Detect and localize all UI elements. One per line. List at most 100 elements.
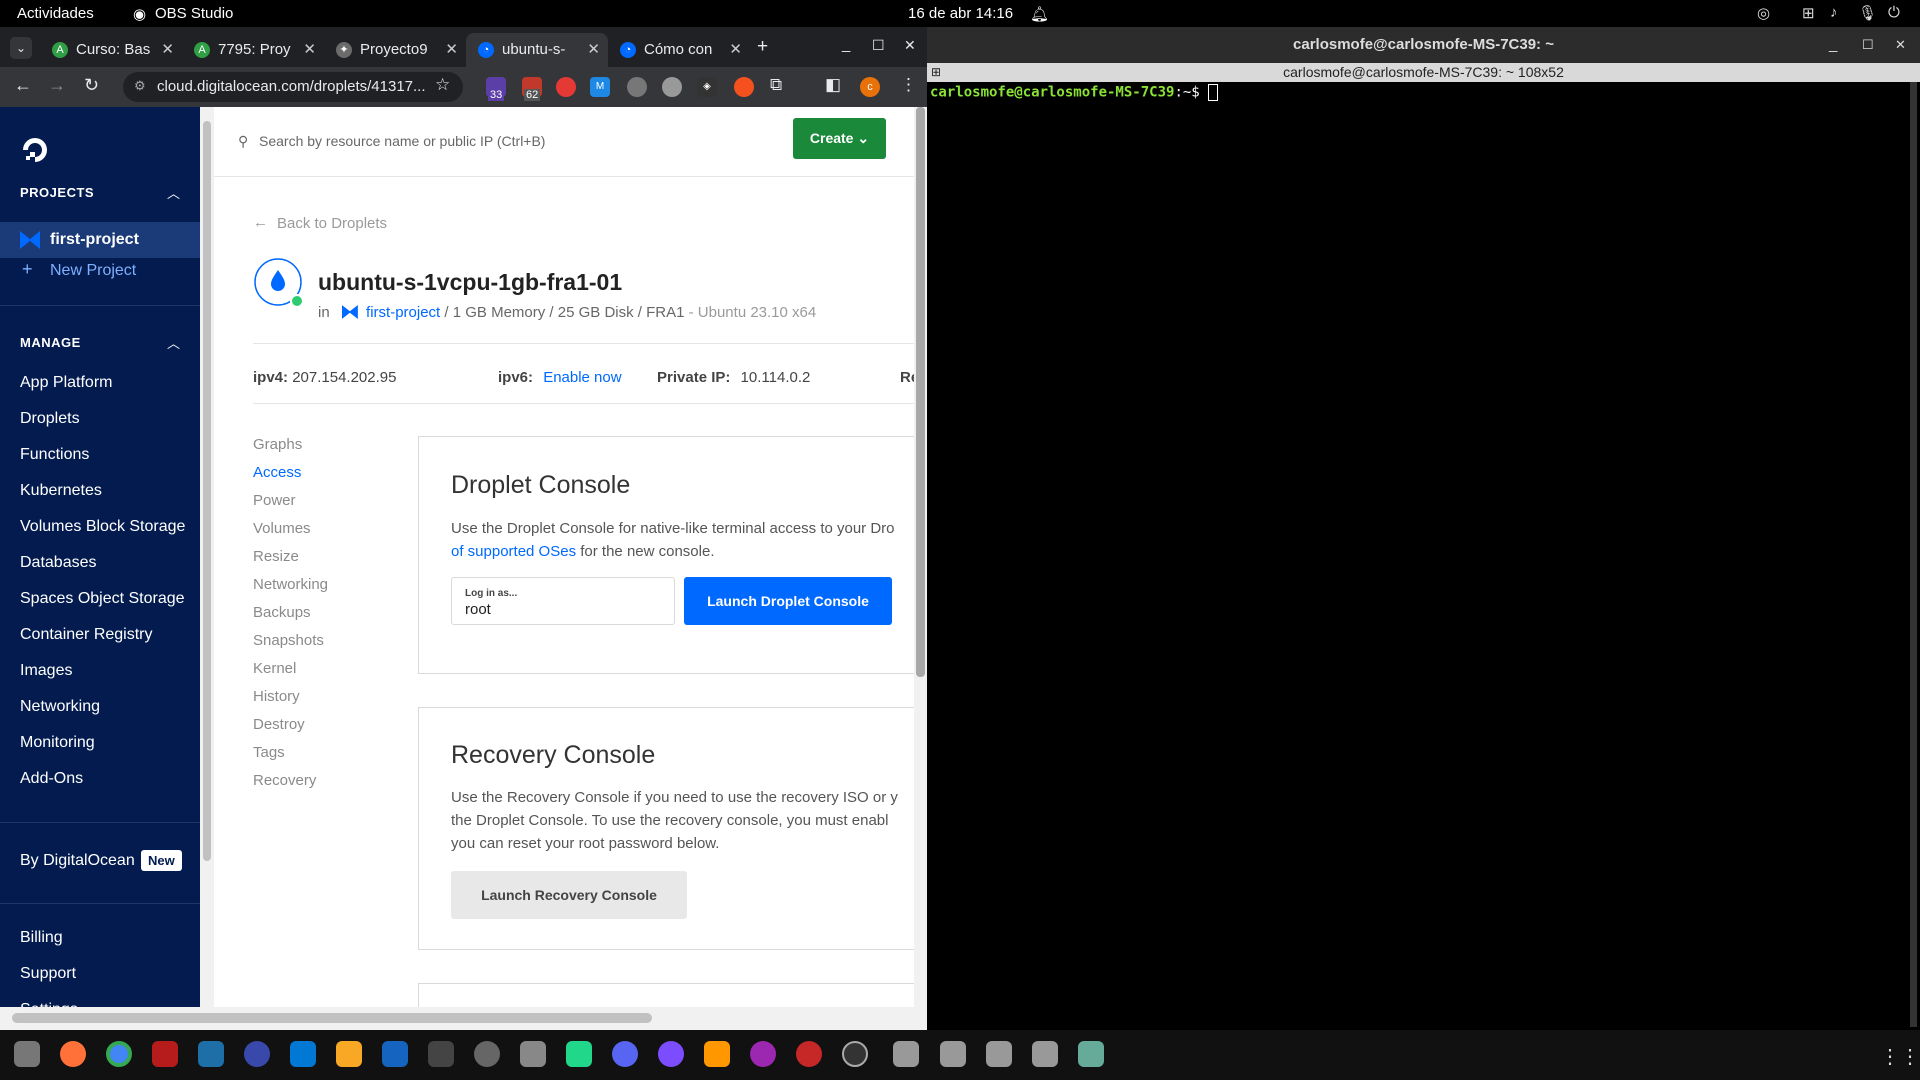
enable-ipv6-link[interactable]: Enable now — [543, 369, 621, 386]
subnav-tags[interactable]: Tags — [253, 744, 285, 761]
maximize-icon[interactable]: ☐ — [872, 37, 885, 54]
subnav-history[interactable]: History — [253, 688, 300, 705]
horizontal-scrollbar[interactable] — [0, 1007, 927, 1030]
subnav-access[interactable]: Access — [253, 464, 301, 481]
maximize-icon[interactable]: ☐ — [1862, 27, 1874, 63]
extension-cookie-icon[interactable] — [627, 77, 647, 97]
digitalocean-logo-icon[interactable] — [20, 135, 50, 165]
tab-search-chevron-icon[interactable]: ⌄ — [10, 37, 32, 59]
sidebar-item-functions[interactable]: Functions — [20, 446, 89, 464]
close-window-icon[interactable]: ✕ — [904, 37, 916, 54]
scrollbar-thumb[interactable] — [916, 107, 925, 677]
obs-studio-icon[interactable] — [842, 1041, 868, 1067]
power-icon[interactable]: ⏻ — [1888, 4, 1900, 21]
terminal-menu-icon[interactable]: ⊞ — [931, 63, 941, 82]
sidebar-item-volumes[interactable]: Volumes Block Storage — [20, 518, 185, 536]
scrollbar-thumb[interactable] — [203, 121, 211, 861]
subnav-networking[interactable]: Networking — [253, 576, 328, 593]
subnav-kernel[interactable]: Kernel — [253, 660, 296, 677]
chrome-menu-icon[interactable]: ⋮ — [900, 75, 917, 95]
sidebar-item-add-ons[interactable]: Add-Ons — [20, 770, 83, 788]
sidebar-item-monitoring[interactable]: Monitoring — [20, 734, 95, 752]
obs-tray-icon[interactable]: ◎ — [1757, 4, 1770, 22]
side-panel-icon[interactable]: ◧ — [825, 75, 841, 95]
sidebar-scrollbar[interactable] — [200, 107, 214, 1007]
extension-avatar-icon[interactable] — [662, 77, 682, 97]
chrome-icon[interactable] — [106, 1041, 132, 1067]
sidebar-item-kubernetes[interactable]: Kubernetes — [20, 482, 102, 500]
tab-curso[interactable]: A Curso: Bas ✕ — [40, 33, 182, 67]
postman-icon[interactable] — [244, 1041, 270, 1067]
subnav-destroy[interactable]: Destroy — [253, 716, 305, 733]
extension-red-icon[interactable] — [556, 77, 576, 97]
sidebar-item-spaces[interactable]: Spaces Object Storage — [20, 590, 185, 608]
forward-arrow-icon[interactable]: → — [48, 75, 66, 96]
files-icon[interactable] — [14, 1041, 40, 1067]
activities-button[interactable]: Actividades — [17, 5, 94, 22]
bookmark-star-icon[interactable]: ☆ — [435, 75, 450, 95]
subnav-power[interactable]: Power — [253, 492, 296, 509]
extension-m-icon[interactable]: M — [590, 77, 610, 97]
tab-ubuntu-droplet[interactable]: ◔ ubuntu-s- ✕ — [466, 33, 608, 67]
show-apps-grid-icon[interactable]: ⋮⋮⋮ — [1880, 1044, 1920, 1069]
back-arrow-icon[interactable]: ← — [14, 75, 32, 96]
tab-proy[interactable]: A 7795: Proy ✕ — [182, 33, 324, 67]
dbeaver-icon[interactable] — [428, 1041, 454, 1067]
profile-avatar[interactable]: c — [860, 77, 880, 97]
launch-droplet-console-button[interactable]: Launch Droplet Console — [684, 577, 892, 625]
sublime-text-icon[interactable] — [704, 1041, 730, 1067]
launch-recovery-console-button[interactable]: Launch Recovery Console — [451, 871, 687, 919]
close-tab-icon[interactable]: ✕ — [445, 40, 458, 58]
collapse-chevron-up-icon[interactable]: ︿ — [167, 183, 180, 202]
extension-orange-icon[interactable] — [734, 77, 754, 97]
ipv4-value[interactable]: 207.154.202.95 — [292, 369, 396, 386]
terminal-scrollbar[interactable] — [1910, 82, 1917, 1027]
sidebar-item-first-project[interactable]: first-project — [0, 222, 200, 258]
sidebar-item-container-registry[interactable]: Container Registry — [20, 626, 153, 644]
sidebar-item-app-platform[interactable]: App Platform — [20, 374, 112, 392]
screenshot-icon[interactable] — [520, 1041, 546, 1067]
obsidian-icon[interactable] — [658, 1041, 684, 1067]
scrollbar-thumb[interactable] — [12, 1013, 652, 1023]
collapse-chevron-up-icon[interactable]: ︿ — [167, 333, 180, 352]
sidebar-item-images[interactable]: Images — [20, 662, 72, 680]
close-tab-icon[interactable]: ✕ — [587, 40, 600, 58]
drive-icon[interactable] — [1032, 1041, 1058, 1067]
extensions-puzzle-icon[interactable]: ⧉ — [770, 75, 782, 95]
site-settings-icon[interactable]: ⚙ — [134, 78, 146, 94]
by-digitalocean-link[interactable]: By DigitalOcean — [20, 852, 135, 870]
drive-icon[interactable] — [893, 1041, 919, 1067]
android-studio-icon[interactable] — [336, 1041, 362, 1067]
volume-icon[interactable]: ♪ — [1830, 4, 1838, 21]
subnav-volumes[interactable]: Volumes — [253, 520, 311, 537]
sidebar-item-databases[interactable]: Databases — [20, 554, 97, 572]
address-bar[interactable]: ⚙ cloud.digitalocean.com/droplets/41317.… — [123, 72, 463, 102]
tab-como-con[interactable]: ◔ Cómo con ✕ — [608, 33, 750, 67]
firefox-icon[interactable] — [60, 1041, 86, 1067]
extension-shield-icon[interactable]: ◈ — [697, 77, 717, 97]
discord-icon[interactable] — [612, 1041, 638, 1067]
sidebar-item-support[interactable]: Support — [20, 965, 76, 983]
reload-icon[interactable]: ↻ — [84, 75, 99, 96]
new-tab-plus-icon[interactable]: + — [757, 36, 768, 58]
private-ip-value[interactable]: 10.114.0.2 — [741, 369, 811, 386]
new-project-link[interactable]: New Project — [50, 262, 136, 280]
close-tab-icon[interactable]: ✕ — [303, 40, 316, 58]
settings-gear-icon[interactable] — [474, 1041, 500, 1067]
tab-proyecto9[interactable]: ✦ Proyecto9 ✕ — [324, 33, 466, 67]
active-app-label[interactable]: OBS Studio — [155, 5, 233, 22]
subnav-graphs[interactable]: Graphs — [253, 436, 302, 453]
supported-oses-link[interactable]: of supported OSes — [451, 543, 576, 560]
close-tab-icon[interactable]: ✕ — [729, 40, 742, 58]
vscode-icon[interactable] — [290, 1041, 316, 1067]
sidebar-item-billing[interactable]: Billing — [20, 929, 63, 947]
subnav-resize[interactable]: Resize — [253, 548, 299, 565]
filezilla-icon[interactable] — [152, 1041, 178, 1067]
minimize-icon[interactable]: _ — [842, 36, 850, 53]
plus-icon[interactable]: + — [22, 259, 33, 280]
sidebar-item-droplets[interactable]: Droplets — [20, 410, 80, 428]
trash-icon[interactable] — [1078, 1041, 1104, 1067]
drive-icon[interactable] — [986, 1041, 1012, 1067]
subnav-recovery[interactable]: Recovery — [253, 772, 316, 789]
search-input[interactable]: Search by resource name or public IP (Ct… — [259, 133, 545, 149]
